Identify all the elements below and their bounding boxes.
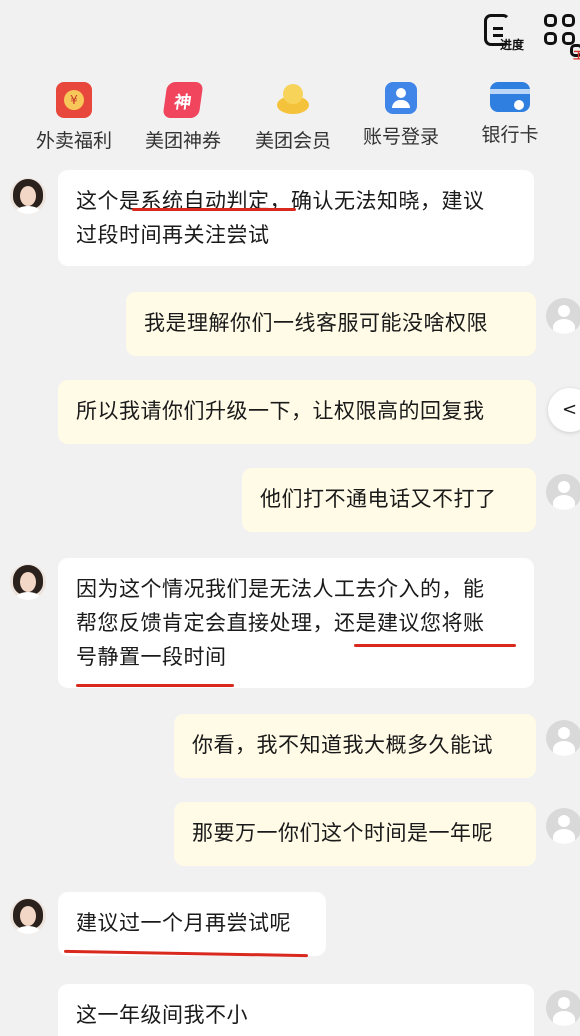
shortcut-label: 账号登录 [362,126,439,148]
message-line: 这个是系统自动判定，确认无法知晓，建议 [76,189,485,213]
progress-label: 进度 [500,38,525,52]
shortcut-label: 外卖福利 [35,130,112,152]
user-avatar [546,474,580,510]
user-avatar [546,990,580,1026]
message-line: 过段时间再关注尝试 [76,223,270,247]
shortcut-label: 美团会员 [254,130,331,152]
agent-message: 这个是系统自动判定，确认无法知晓，建议 过段时间再关注尝试 [58,170,534,266]
tools-button[interactable]: 工具 [544,8,580,62]
message-line: 建议过一个月再尝试呢 [76,911,291,935]
message-line: 你看，我不知道我大概多久能试 [192,733,493,757]
agent-message: 建议过一个月再尝试呢 [58,892,326,956]
message-line: 帮您反馈肯定会直接处理，还是建议您将账 [76,611,485,635]
tools-label: 工具 [570,44,580,62]
shortcut-label: 银行卡 [481,124,539,146]
account-login-icon [385,82,417,114]
agent-message: 因为这个情况我们是无法人工去介入的，能 帮您反馈肯定会直接处理，还是建议您将账 … [58,558,534,688]
grid-icon: 工具 [544,14,580,62]
shortcut-bank-card[interactable]: 银行卡 [455,82,565,147]
shortcut-row: ¥ 外卖福利 神 美团神券 美团会员 账号登录 银行卡 [0,82,580,162]
shortcut-takeout-welfare[interactable]: ¥ 外卖福利 [19,82,129,153]
agent-avatar [10,564,46,600]
coupon-icon: 神 [162,82,204,118]
agent-avatar [10,178,46,214]
annotation-underline [132,208,296,211]
shortcut-label: 美团神券 [144,130,221,152]
user-message: 所以我请你们升级一下，让权限高的回复我 [58,380,536,444]
progress-button[interactable]: 进度 [482,8,542,58]
user-message: 你看，我不知道我大概多久能试 [174,714,536,778]
message-line: 那要万一你们这个时间是一年呢 [192,821,493,845]
annotation-underline [354,644,516,647]
message-line: 这一年级间我不小 [76,1003,248,1027]
user-avatar [546,298,580,334]
message-line: 我是理解你们一线客服可能没啥权限 [144,311,488,335]
message-line: 因为这个情况我们是无法人工去介入的，能 [76,577,485,601]
top-bar: 进度 工具 [0,0,580,70]
shortcut-meituan-member[interactable]: 美团会员 [238,82,348,153]
annotation-underline [76,684,234,687]
red-packet-icon: ¥ [56,82,92,118]
agent-avatar [10,898,46,934]
user-message: 那要万一你们这个时间是一年呢 [174,802,536,866]
message-line: 所以我请你们升级一下，让权限高的回复我 [76,399,485,423]
side-collapse-button[interactable]: < [548,388,580,432]
user-message: 他们打不通电话又不打了 [242,468,536,532]
agent-message: 这一年级间我不小 [58,984,534,1036]
shortcut-meituan-coupon[interactable]: 神 美团神券 [128,82,238,153]
shortcut-account-login[interactable]: 账号登录 [346,82,456,149]
user-avatar [546,720,580,756]
member-crown-icon [275,82,311,118]
bank-card-icon [490,82,530,112]
message-line: 他们打不通电话又不打了 [260,487,497,511]
user-avatar [546,808,580,844]
user-message: 我是理解你们一线客服可能没啥权限 [126,292,536,356]
